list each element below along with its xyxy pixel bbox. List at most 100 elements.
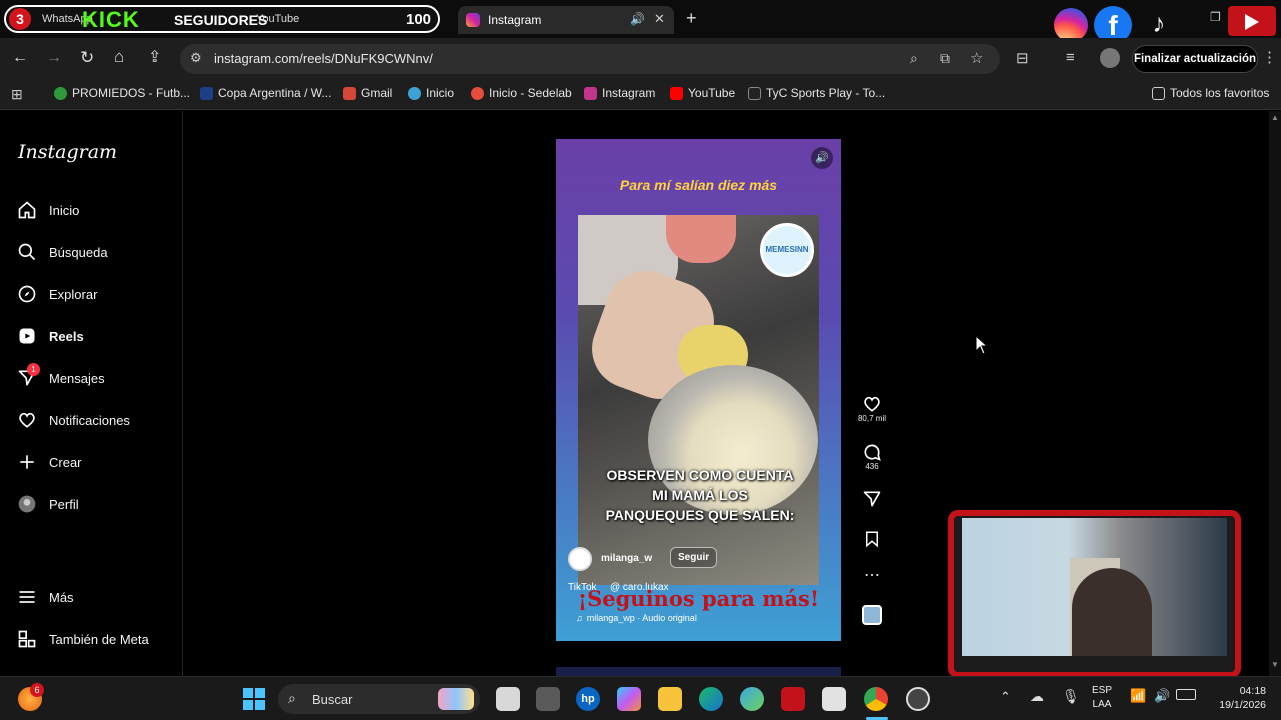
scroll-up-icon[interactable]: ▲ <box>1271 113 1279 122</box>
nav-explorar[interactable]: Explorar <box>17 284 97 304</box>
profile-icon <box>18 495 36 513</box>
bookmark-label: Inicio <box>426 86 455 100</box>
heart-icon[interactable] <box>862 394 882 414</box>
new-tab-icon[interactable]: + <box>686 8 697 29</box>
bookmark-tyc-sports[interactable]: TyC Sports Play - To... <box>748 86 885 100</box>
bookmark-label: Copa Argentina / W... <box>218 86 332 100</box>
cloud-favicon-icon <box>408 86 421 100</box>
instagram-wordmark[interactable]: Instagram <box>18 141 117 163</box>
follow-button[interactable]: Seguir <box>670 547 718 568</box>
music-note-icon: ♫ <box>576 613 583 623</box>
tiktok-logo-icon: ♪ <box>1152 8 1166 38</box>
folder-icon <box>1152 86 1165 100</box>
share-icon[interactable]: ⇪ <box>148 47 161 67</box>
profile-avatar-icon[interactable] <box>1100 48 1120 68</box>
compass-icon <box>18 285 36 303</box>
like-action[interactable]: 80,7 mil <box>856 394 888 423</box>
volume-icon[interactable]: 🔊 <box>1154 688 1170 704</box>
onedrive-icon[interactable]: ☁ <box>1030 688 1044 705</box>
bookmark-youtube[interactable]: YouTube <box>670 86 735 100</box>
apps-grid-icon[interactable]: ⊞ <box>11 86 23 103</box>
mcafee-icon[interactable] <box>781 687 805 711</box>
update-button[interactable]: Finalizar actualización <box>1132 45 1258 73</box>
more-options-icon[interactable]: ⋯ <box>856 565 888 585</box>
bookmark-inicio[interactable]: Inicio <box>408 86 454 100</box>
task-view-icon[interactable] <box>496 687 520 711</box>
file-explorer-icon[interactable] <box>658 687 682 711</box>
windows-start-icon[interactable] <box>243 688 265 710</box>
speaker-icon[interactable]: 🔊 <box>630 12 645 26</box>
taskbar-search[interactable]: ⌕ Buscar <box>278 684 480 714</box>
reel-video-card[interactable]: 🔊 Para mí salían diez más MEMESINN OBSER… <box>556 139 841 641</box>
menu-kebab-icon[interactable]: ⋮ <box>1262 48 1277 66</box>
home-icon[interactable]: ⌂ <box>114 47 124 67</box>
bookmark-label: PROMIEDOS - Futb... <box>72 86 191 100</box>
tab-instagram[interactable]: Instagram 🔊 ✕ <box>458 6 674 34</box>
author-username[interactable]: milanga_w <box>601 553 652 564</box>
save-action[interactable] <box>856 529 888 549</box>
nav-notificaciones[interactable]: Notificaciones <box>17 410 130 430</box>
bookmark-icon[interactable] <box>863 529 881 549</box>
nav-meta[interactable]: También de Meta <box>17 629 149 649</box>
author-avatar[interactable] <box>568 547 592 571</box>
close-tab-icon[interactable]: ✕ <box>654 11 665 27</box>
edge-icon[interactable] <box>699 687 723 711</box>
nav-label: También de Meta <box>49 631 149 647</box>
bookmark-promiedos[interactable]: PROMIEDOS - Futb... <box>54 86 190 100</box>
audio-thumbnail[interactable] <box>856 605 888 625</box>
copilot-icon[interactable] <box>617 687 641 711</box>
tab-whatsapp[interactable]: 3 WhatsApp KICK SEGUIDORES YouTube 100 <box>4 5 440 33</box>
nav-perfil[interactable]: Perfil <box>17 494 79 514</box>
instagram-favicon-icon <box>466 13 480 27</box>
restore-window-icon[interactable]: ❐ <box>1210 10 1221 24</box>
obs-icon[interactable] <box>906 687 930 711</box>
nav-mensajes[interactable]: 1 Mensajes <box>17 363 105 388</box>
install-app-icon[interactable]: ⧉ <box>940 50 950 67</box>
app-icon[interactable] <box>536 687 560 711</box>
bookmark-copa-argentina[interactable]: Copa Argentina / W... <box>200 86 331 100</box>
system-clock[interactable]: 04:18 19/1/2026 <box>1206 684 1266 712</box>
reload-icon[interactable]: ↻ <box>80 48 94 68</box>
nav-inicio[interactable]: Inicio <box>17 200 79 220</box>
chrome-icon[interactable] <box>864 687 888 711</box>
comment-icon[interactable] <box>862 442 882 462</box>
search-tabs-icon[interactable]: ⊟ <box>1016 49 1029 67</box>
bookmark-instagram[interactable]: Instagram <box>584 86 655 100</box>
wifi-icon[interactable]: 📶 <box>1130 688 1146 704</box>
forward-icon[interactable]: → <box>46 49 62 67</box>
nav-crear[interactable]: Crear <box>17 452 82 472</box>
app-icon[interactable] <box>740 687 764 711</box>
language-indicator[interactable]: ESP LAA <box>1092 684 1112 712</box>
store-icon[interactable] <box>822 687 846 711</box>
battery-icon[interactable] <box>1176 689 1196 700</box>
comment-action[interactable]: 436 <box>856 442 888 471</box>
bookmark-sedelab[interactable]: Inicio - Sedelab <box>471 86 572 100</box>
back-icon[interactable]: ← <box>12 49 28 67</box>
copa-favicon-icon <box>200 86 213 100</box>
next-reel-preview[interactable] <box>556 667 841 676</box>
address-bar[interactable]: ⚙ instagram.com/reels/DNuFK9CWNnv/ ⌕ ⧉ ☆ <box>180 44 1000 74</box>
send-icon[interactable] <box>862 489 882 509</box>
zoom-icon[interactable]: ⌕ <box>910 50 918 67</box>
url-text[interactable]: instagram.com/reels/DNuFK9CWNnv/ <box>214 51 433 66</box>
hamburger-icon <box>19 591 35 603</box>
bookmark-star-icon[interactable]: ☆ <box>970 49 983 67</box>
media-controls-icon[interactable]: ≡ <box>1066 49 1075 66</box>
show-hidden-icons-icon[interactable]: ⌃ <box>1000 689 1011 705</box>
scroll-down-icon[interactable]: ▼ <box>1271 660 1279 669</box>
site-info-icon[interactable]: ⚙ <box>190 50 202 66</box>
share-action[interactable] <box>856 489 888 509</box>
video-background-shape <box>666 215 736 263</box>
all-bookmarks-folder[interactable]: Todos los favoritos <box>1152 86 1269 100</box>
mute-toggle-icon[interactable]: 🔊 <box>811 147 833 169</box>
audio-attribution[interactable]: ♫ milanga_wp · Audio original <box>576 613 697 623</box>
windows-taskbar: 6 ⌕ Buscar hp ⌃ ☁ 🎙 ESP LAA 📶 🔊 04:18 19… <box>0 676 1281 720</box>
hp-app-icon[interactable]: hp <box>576 687 600 711</box>
nav-mas[interactable]: Más <box>17 587 74 607</box>
nav-busqueda[interactable]: Búsqueda <box>17 242 108 262</box>
bookmark-gmail[interactable]: Gmail <box>343 86 392 100</box>
microphone-icon[interactable]: 🎙 <box>1062 688 1080 705</box>
page-scrollbar[interactable]: ▲ ▼ <box>1269 111 1281 676</box>
nav-reels[interactable]: Reels <box>17 326 84 346</box>
browser-toolbar: ← → ↻ ⌂ ⇪ ⚙ instagram.com/reels/DNuFK9CW… <box>0 38 1281 80</box>
